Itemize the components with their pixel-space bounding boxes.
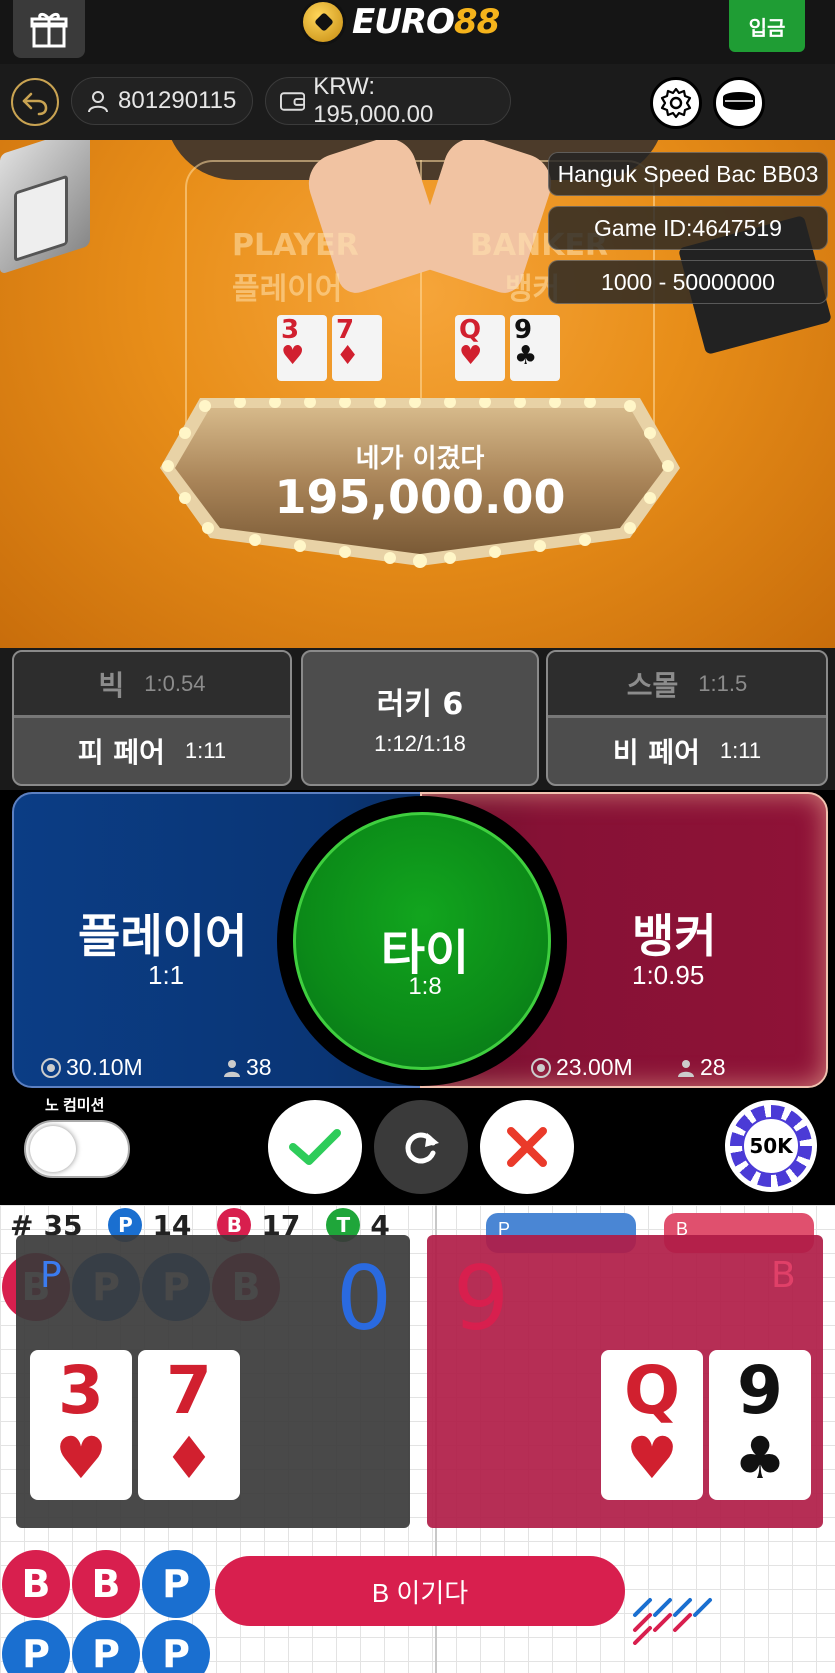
brand-wordmark: EURO88 [352, 2, 500, 42]
player-card-2: 7 ♦ [138, 1350, 240, 1500]
balance-amount: KRW: 195,000.00 [313, 73, 434, 128]
side-bet-group-right: 스몰 1:1.5 비 페어 1:11 [546, 650, 828, 786]
bead: P [142, 1620, 210, 1673]
table-banker-card-1: Q ♥ [455, 315, 505, 381]
table-word-player: PLAYER [232, 228, 359, 263]
chip-selector[interactable]: 50K [725, 1100, 817, 1192]
chip-stack-icon [723, 92, 755, 110]
confirm-bet-button[interactable] [268, 1100, 362, 1194]
bet-big-name: 빅 [98, 668, 125, 702]
deposit-button[interactable]: 입금 [729, 0, 805, 52]
bet-banker-total: 23.00M [530, 1054, 633, 1081]
cancel-bet-button[interactable] [480, 1100, 574, 1194]
bet-player-pair-odds: 1:11 [184, 738, 227, 763]
round-result-bar: B 이기다 [215, 1556, 625, 1626]
chip-stack-button[interactable] [713, 77, 765, 129]
bet-lucky6-odds: 1:12/1:18 [374, 731, 466, 756]
bet-limits-tag: 1000 - 50000000 [548, 260, 828, 304]
back-arrow-icon [22, 92, 48, 116]
bet-banker-pair[interactable]: 비 페어 1:11 [548, 718, 826, 784]
banker-result-tag: B [771, 1255, 796, 1296]
user-id-pill: 801290115 [71, 77, 253, 125]
bet-player-pair-name: 피 페어 [77, 736, 165, 769]
bet-small[interactable]: 스몰 1:1.5 [548, 652, 826, 718]
no-commission-toggle[interactable] [24, 1120, 130, 1178]
top-bar: EURO88 입금 [0, 0, 835, 64]
person-icon [224, 1059, 240, 1077]
bet-tie[interactable]: 타이 1:8 [293, 812, 551, 1070]
bet-banker-pair-name: 비 페어 [612, 736, 700, 769]
person-icon [678, 1059, 694, 1077]
bet-tie-odds: 1:8 [408, 973, 442, 1000]
bead: B [72, 1550, 140, 1618]
bead: P [72, 1620, 140, 1673]
soccer-ball-icon [300, 0, 346, 45]
game-id-tag: Game ID:4647519 [548, 206, 828, 250]
bead: B [2, 1550, 70, 1618]
table-player-card-2: 7 ♦ [332, 315, 382, 381]
no-commission-label: 노 컴미션 [45, 1097, 105, 1114]
bet-big-odds: 1:0.54 [144, 670, 206, 696]
balance-pill: KRW: 195,000.00 [265, 73, 511, 128]
back-button[interactable] [11, 78, 59, 126]
bet-lucky6-name: 러키 6 [376, 687, 464, 722]
bet-player-pair[interactable]: 피 페어 1:11 [14, 718, 290, 784]
win-banner: 네가 이겼다 195,000.00 [160, 398, 680, 568]
brand-logo: EURO88 [300, 0, 500, 45]
chip-value: 50K [742, 1117, 800, 1175]
user-id: 801290115 [118, 87, 237, 114]
bet-player-count: 38 [222, 1054, 272, 1081]
player-result-tag: P [40, 1255, 62, 1296]
settings-button[interactable] [650, 77, 702, 129]
gear-icon [660, 87, 692, 119]
bet-controls: 노 컴미션 50K [0, 1090, 835, 1205]
coin-icon [41, 1057, 61, 1078]
banker-result-panel: 9 B Q ♥ 9 ♣ [427, 1235, 823, 1528]
toggle-knob [30, 1126, 76, 1172]
player-card-1: 3 ♥ [30, 1350, 132, 1500]
main-bets: 플레이어 1:1 30.10M 38 뱅커 1:0.95 23.00M 28 타… [0, 790, 835, 1090]
shoe-card [14, 174, 68, 263]
player-result-panel: P 0 3 ♥ 7 ♦ [16, 1235, 410, 1528]
table-player-card-1: 3 ♥ [277, 315, 327, 381]
bet-player-total: 30.10M [40, 1054, 143, 1081]
user-icon [88, 91, 108, 113]
derived-road-marks [633, 1598, 712, 1645]
banker-card-1: Q ♥ [601, 1350, 703, 1500]
wallet-icon [280, 92, 306, 111]
rebet-button[interactable] [374, 1100, 468, 1194]
bet-player-name: 플레이어 [78, 909, 248, 963]
chip-icon: 50K [730, 1105, 812, 1187]
account-bar: 801290115 KRW: 195,000.00 [0, 64, 835, 140]
side-bets: 빅 1:0.54 피 페어 1:11 러키 6 1:12/1:18 스몰 1:1… [0, 648, 835, 790]
coin-icon [531, 1057, 551, 1078]
card-shoe [0, 140, 90, 275]
bet-banker-pair-odds: 1:11 [719, 738, 762, 763]
live-video: PLAYER BANKER 플레이어 뱅커 3 ♥ 7 ♦ Q ♥ 9 ♣ Hanguk… [0, 140, 835, 650]
table-banker-card-2: 9 ♣ [510, 315, 560, 381]
bead: P [142, 1550, 210, 1618]
bet-banker-odds: 1:0.95 [632, 960, 705, 990]
bet-small-odds: 1:1.5 [698, 670, 748, 696]
win-amount: 195,000.00 [274, 470, 566, 524]
banker-score: 9 [453, 1247, 509, 1350]
player-score: 0 [336, 1247, 392, 1350]
gift-icon [30, 12, 68, 48]
bet-player-odds: 1:1 [148, 960, 185, 990]
bet-lucky6[interactable]: 러키 6 1:12/1:18 [301, 650, 539, 786]
side-bet-group-left: 빅 1:0.54 피 페어 1:11 [12, 650, 292, 786]
checkmark-icon [289, 1129, 341, 1165]
banker-card-2: 9 ♣ [709, 1350, 811, 1500]
bet-small-name: 스몰 [626, 668, 679, 702]
table-name-tag: Hanguk Speed Bac BB03 [548, 152, 828, 196]
bet-banker-count: 28 [676, 1054, 726, 1081]
bead: P [2, 1620, 70, 1673]
bet-big[interactable]: 빅 1:0.54 [14, 652, 290, 718]
bet-banker-name: 뱅커 [632, 909, 717, 963]
table-word-player-ko: 플레이어 [232, 272, 343, 307]
gift-button[interactable] [13, 0, 85, 58]
close-icon [507, 1127, 547, 1167]
redo-icon [405, 1132, 439, 1164]
